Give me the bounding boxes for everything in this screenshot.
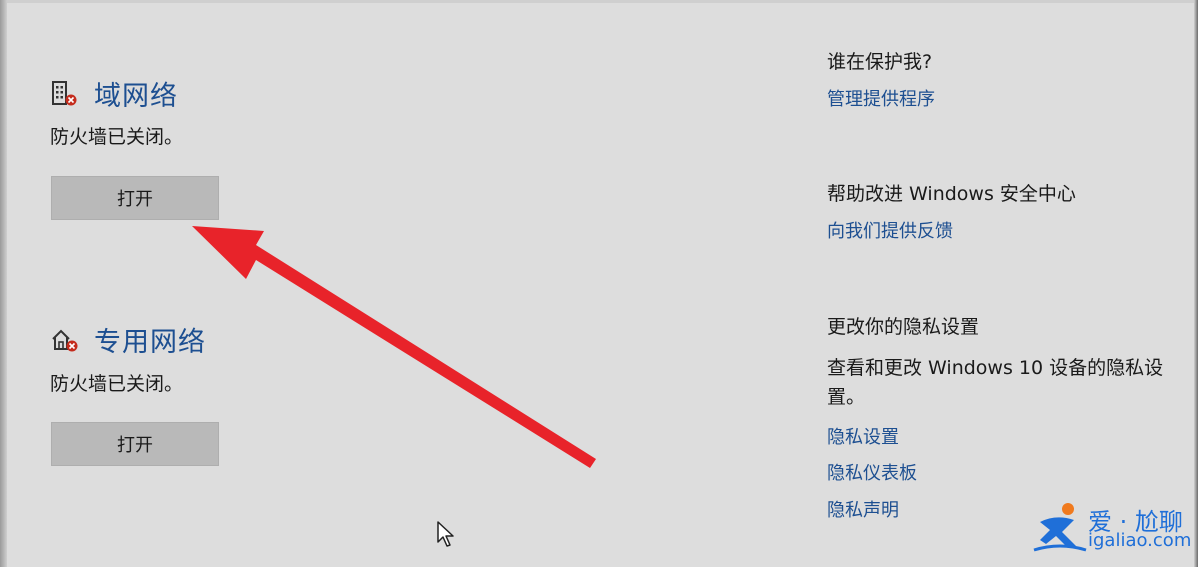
private-turn-on-button[interactable]: 打开 [51, 422, 219, 466]
domain-firewall-status: 防火墙已关闭。 [50, 126, 184, 148]
privacy-settings-link[interactable]: 隐私设置 [827, 423, 899, 449]
watermark-url: igaliao.com [1088, 530, 1192, 551]
private-firewall-status: 防火墙已关闭。 [50, 373, 184, 395]
window-left-border [0, 0, 7, 567]
private-network-title[interactable]: 专用网络 [94, 320, 206, 359]
privacy-description: 查看和更改 Windows 10 设备的隐私设置。 [827, 357, 1164, 408]
domain-network-header[interactable]: 域网络 [50, 74, 178, 113]
improve-security-center-heading: 帮助改进 Windows 安全中心 [827, 183, 1076, 205]
window-top-border [0, 0, 1198, 3]
watermark-logo-icon [1033, 503, 1087, 552]
domain-network-title[interactable]: 域网络 [94, 74, 178, 113]
privacy-statement-link[interactable]: 隐私声明 [827, 496, 899, 522]
watermark: 爱 · 尬聊 igaliao.com [1032, 500, 1192, 560]
mouse-pointer-icon [437, 521, 454, 547]
who-protects-me-heading: 谁在保护我? [827, 51, 933, 73]
red-annotation-arrow [192, 226, 596, 468]
domain-network-building-icon [50, 79, 80, 109]
privacy-settings-heading: 更改你的隐私设置 [827, 316, 980, 338]
domain-turn-on-button[interactable]: 打开 [51, 176, 219, 220]
privacy-dashboard-link[interactable]: 隐私仪表板 [827, 459, 917, 485]
private-network-header[interactable]: 专用网络 [50, 320, 206, 359]
window-right-border [1194, 0, 1198, 567]
manage-providers-link[interactable]: 管理提供程序 [827, 85, 935, 111]
firewall-network-protection-page: 域网络 防火墙已关闭。 打开 专用网络 防火墙已关闭。 打开 谁在保护我? 管理… [0, 0, 1198, 567]
private-network-house-icon [50, 325, 80, 355]
give-feedback-link[interactable]: 向我们提供反馈 [827, 217, 953, 243]
